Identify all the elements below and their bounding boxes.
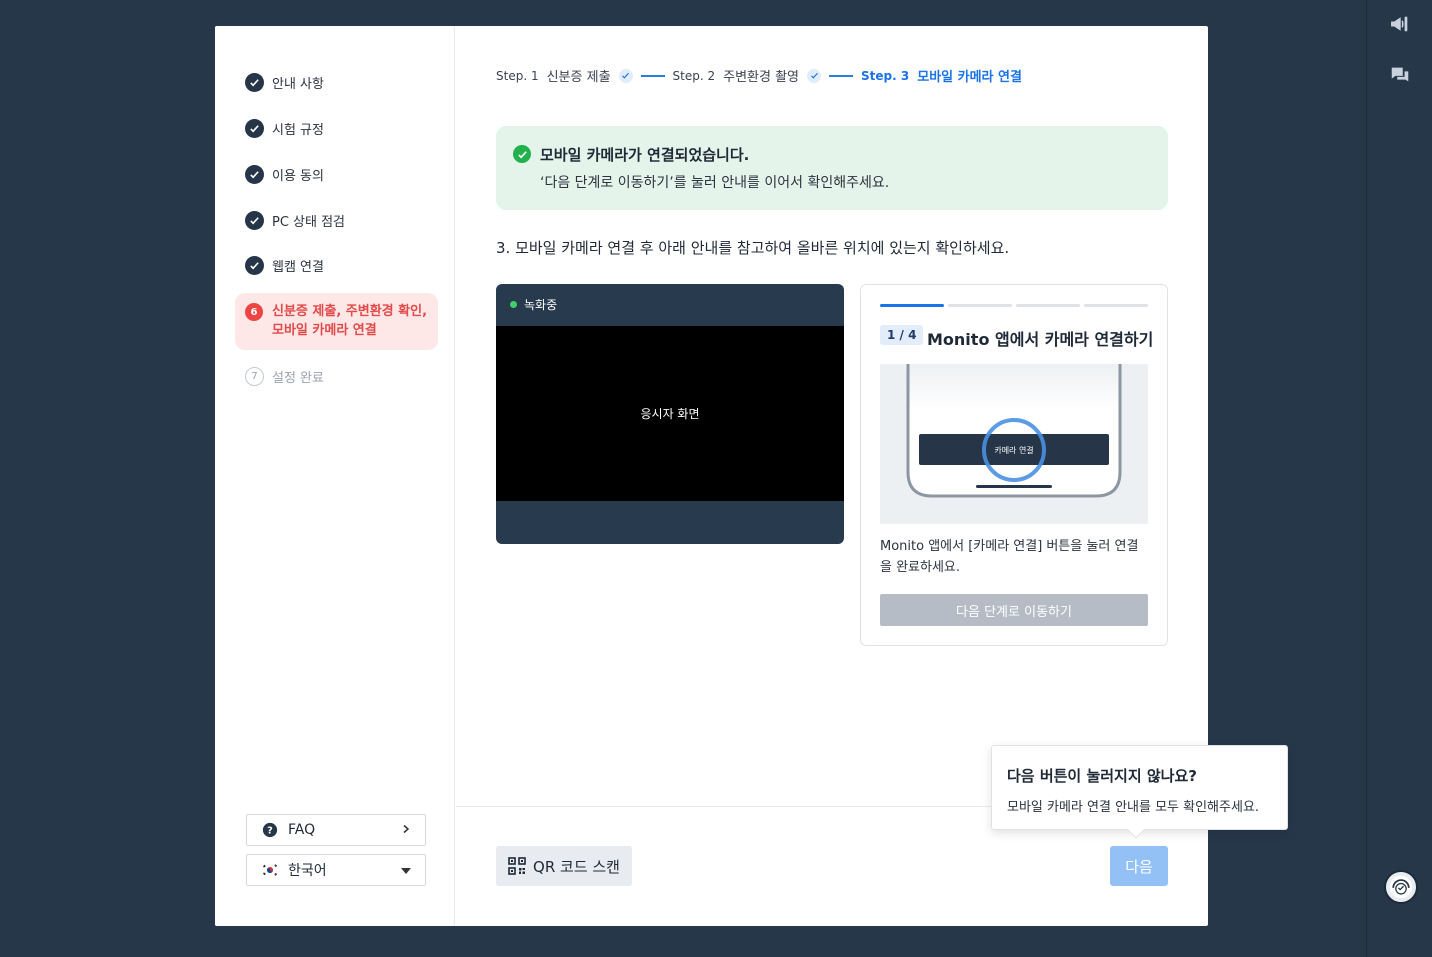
guide-card: 1 / 4 Monito 앱에서 카메라 연결하기 카메라 연결 Monito … [860,284,1168,646]
guide-progress [880,304,1148,307]
check-circle-icon [245,165,264,184]
megaphone-icon[interactable] [1389,13,1411,35]
caret-down-icon [401,863,411,877]
instruction-text: 3. 모바일 카메라 연결 후 아래 안내를 참고하여 올바른 위치에 있는지 … [496,239,1010,257]
chevron-right-icon [401,823,411,837]
success-message: ‘다음 단계로 이동하기’를 눌러 안내를 이어서 확인해주세요. [540,175,890,191]
step-number-badge: 6 [245,303,263,321]
sidebar-item-setup-complete: 7 설정 완료 [245,367,324,386]
step-number-badge: 7 [245,367,264,386]
support-avatar[interactable] [1384,870,1418,904]
sidebar-item-notice[interactable]: 안내 사항 [245,73,324,92]
tooltip-message: 모바일 카메라 연결 안내를 모두 확인해주세요. [1007,800,1260,815]
qr-scan-button[interactable]: QR 코드 스캔 [496,846,632,886]
sidebar-item-label: 시험 규정 [272,123,324,138]
qr-code-icon [508,857,526,875]
recording-dot-icon [510,301,517,308]
video-preview: 녹화중 응시자 화면 [496,284,844,544]
korea-flag-icon [261,861,279,879]
progress-segment [1016,304,1080,307]
step-2-title: 주변환경 촬영 [723,70,800,85]
candidate-screen: 응시자 화면 [496,326,844,501]
sidebar-item-label: 안내 사항 [272,77,324,92]
phone-illustration: 카메라 연결 [880,364,1148,524]
sidebar-item-current-step[interactable]: 6 신분증 제출, 주변환경 확인, 모바일 카메라 연결 [235,293,438,350]
sidebar-item-label: PC 상태 점검 [272,215,346,230]
tooltip-title: 다음 버튼이 눌러지지 않나요? [1007,767,1197,785]
recording-label: 녹화중 [524,298,558,312]
sidebar-item-label: 이용 동의 [272,169,324,184]
chat-icon[interactable] [1389,64,1411,86]
next-button[interactable]: 다음 [1110,846,1168,886]
check-circle-icon [513,145,531,163]
step-3-label: Step. 3 [861,68,910,83]
sidebar: 안내 사항 시험 규정 이용 동의 PC 상태 점검 웹캠 연결 6 신분증 제… [215,26,455,926]
recording-indicator: 녹화중 [510,296,557,313]
language-label: 한국어 [288,863,327,879]
sidebar-item-label: 신분증 제출, 주변환경 확인, 모바일 카메라 연결 [272,304,428,338]
check-circle-icon [245,119,264,138]
guide-next-step-button[interactable]: 다음 단계로 이동하기 [880,594,1148,626]
success-banner: 모바일 카메라가 연결되었습니다. ‘다음 단계로 이동하기’를 눌러 안내를 … [496,126,1168,210]
sidebar-item-pc-check[interactable]: PC 상태 점검 [245,211,345,230]
progress-segment [1084,304,1148,307]
check-circle-icon [245,256,264,275]
sidebar-item-rules[interactable]: 시험 규정 [245,119,324,138]
step-connector [640,74,665,77]
progress-segment [880,304,944,307]
step-3-title: 모바일 카메라 연결 [917,70,1022,85]
headset-avatar-icon [1389,875,1413,899]
faq-label: FAQ [288,822,316,838]
faq-button[interactable]: ? FAQ [246,814,426,846]
sidebar-item-label: 설정 완료 [272,371,324,386]
sidebar-item-consent[interactable]: 이용 동의 [245,165,324,184]
check-icon [618,68,633,83]
sidebar-item-label: 웹캠 연결 [272,260,324,275]
check-icon [807,68,822,83]
guide-page-badge: 1 / 4 [880,325,924,345]
candidate-screen-label: 응시자 화면 [640,407,700,421]
qr-scan-label: QR 코드 스캔 [533,857,620,876]
guide-description: Monito 앱에서 [카메라 연결] 버튼을 눌러 연결을 완료하세요. [880,539,1139,575]
stepper: Step. 1 신분증 제출 Step. 2 주변환경 촬영 Step. 3 모… [496,66,1030,85]
guide-title: Monito 앱에서 카메라 연결하기 [927,330,1154,349]
step-1-title: 신분증 제출 [546,70,611,85]
language-select[interactable]: 한국어 [246,854,426,886]
progress-segment [948,304,1012,307]
step-1-label: Step. 1 [496,68,539,83]
right-rail [1366,0,1432,957]
check-circle-icon [245,211,264,230]
check-circle-icon [245,73,264,92]
next-disabled-tooltip: 다음 버튼이 눌러지지 않나요? 모바일 카메라 연결 안내를 모두 확인해주세… [991,745,1288,839]
success-title: 모바일 카메라가 연결되었습니다. [540,146,750,164]
step-2-label: Step. 2 [672,68,716,83]
illustration-camera-connect-text: 카메라 연결 [994,445,1033,455]
sidebar-item-webcam[interactable]: 웹캠 연결 [245,256,324,275]
help-circle-icon: ? [261,821,279,839]
svg-text:?: ? [267,826,273,837]
step-connector [829,74,854,77]
